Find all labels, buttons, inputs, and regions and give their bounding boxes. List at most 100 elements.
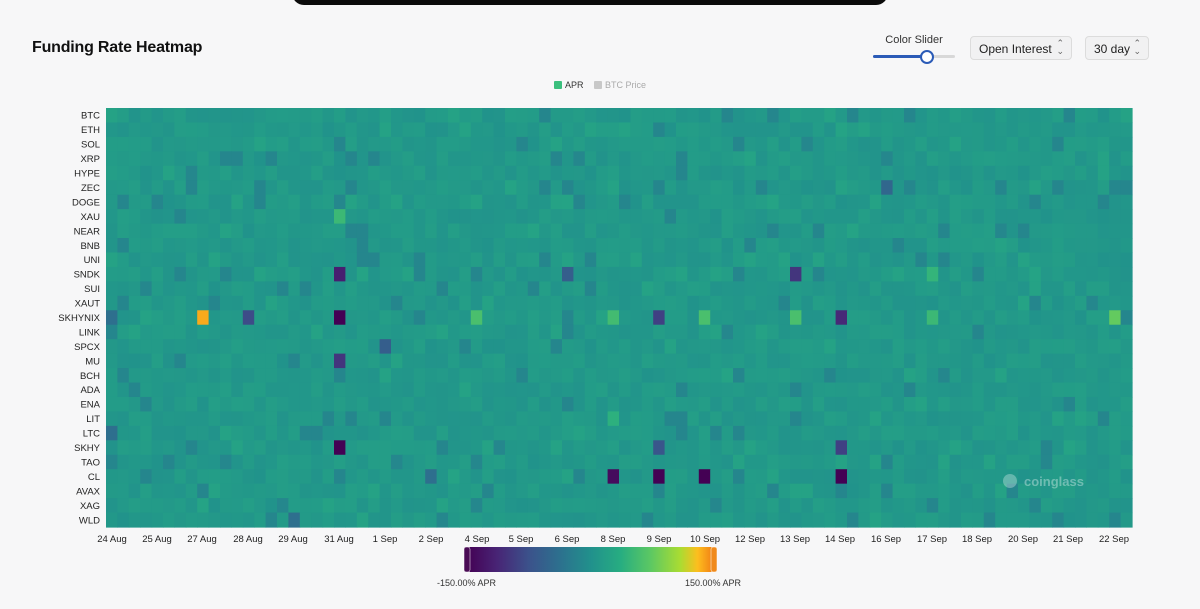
heatmap-cell: [505, 469, 517, 485]
heatmap-cell: [185, 498, 198, 514]
heatmap-cell: [767, 165, 780, 181]
heatmap-cell: [1109, 396, 1122, 413]
heatmap-cell: [778, 310, 791, 326]
heatmap-cell: [174, 238, 187, 254]
heatmap-cell: [972, 194, 985, 210]
heatmap-cell: [1120, 425, 1133, 441]
heatmap-cell: [254, 411, 267, 427]
heatmap-cell: [1063, 396, 1076, 413]
heatmap-cell: [710, 136, 723, 152]
heatmap-cell: [710, 469, 723, 485]
heatmap-cell: [448, 281, 460, 297]
heatmap-cell: [641, 440, 654, 456]
heatmap-cell: [972, 310, 985, 326]
heatmap-cell: [1063, 353, 1076, 369]
heatmap-cell: [242, 469, 255, 485]
heatmap-cell: [972, 165, 985, 181]
x-axis-label: 22 Sep: [1099, 534, 1129, 545]
heatmap-cell: [368, 266, 381, 282]
heatmap-cell: [983, 425, 996, 441]
heatmap-cell: [379, 136, 392, 152]
heatmap-cell: [128, 512, 141, 528]
heatmap-cell: [448, 108, 460, 124]
heatmap-cell: [322, 266, 335, 282]
heatmap-cell: [744, 136, 757, 152]
heatmap-cell: [436, 209, 449, 225]
heatmap-cell: [619, 382, 631, 398]
heatmap-cell: [231, 151, 244, 167]
heatmap-cell: [174, 382, 187, 398]
heatmap-cell: [265, 165, 278, 181]
heatmap-cell: [197, 238, 210, 254]
heatmap-cell: [345, 180, 358, 196]
heatmap-cell: [413, 310, 426, 326]
heatmap-cell: [881, 512, 894, 528]
heatmap-cell: [619, 512, 631, 528]
heatmap-cell: [231, 339, 244, 355]
heatmap-cell: [1063, 440, 1076, 456]
heatmap-cell: [470, 180, 483, 196]
heatmap-cell: [1109, 151, 1122, 167]
heatmap-cell: [972, 396, 985, 413]
heatmap-cell: [322, 310, 335, 326]
heatmap-cell: [995, 295, 1008, 311]
heatmap-cell: [391, 368, 403, 384]
heatmap-cell: [938, 151, 951, 167]
heatmap-cell: [1040, 339, 1053, 355]
heatmap-cell: [470, 454, 483, 470]
heatmap-cell: [1063, 310, 1076, 326]
heatmap-cell: [801, 469, 814, 485]
heatmap-cell: [881, 440, 894, 456]
heatmap-cell: [1075, 266, 1087, 282]
heatmap-cell: [106, 295, 118, 311]
heatmap-cell: [961, 252, 973, 268]
heatmap-cell: [983, 151, 996, 167]
heatmap-cell: [368, 194, 381, 210]
heatmap-cell: [1052, 136, 1065, 152]
heatmap-cell: [926, 281, 939, 297]
heatmap-cell: [938, 136, 951, 152]
heatmap-cell: [493, 483, 506, 499]
heatmap-cell: [288, 209, 301, 225]
heatmap-cell: [676, 382, 688, 398]
heatmap-cell: [801, 512, 814, 528]
heatmap-cell: [824, 223, 837, 239]
heatmap-cell: [596, 425, 609, 441]
heatmap-cell: [140, 295, 153, 311]
heatmap-cell: [1006, 339, 1019, 355]
heatmap-cell: [322, 512, 335, 528]
heatmap-cell: [596, 108, 609, 124]
heatmap-cell: [562, 122, 574, 138]
heatmap-cell: [938, 339, 951, 355]
heatmap-cell: [755, 324, 768, 340]
heatmap-cell: [448, 440, 460, 456]
heatmap-cell: [904, 266, 916, 282]
heatmap-cell: [220, 469, 232, 485]
heatmap-cell: [459, 324, 472, 340]
heatmap-cell: [254, 165, 267, 181]
heatmap-cell: [505, 324, 517, 340]
heatmap-cell: [140, 165, 153, 181]
heatmap-cell: [687, 295, 700, 311]
heatmap-cell: [938, 498, 951, 514]
heatmap-chart: BTCETHSOLXRPHYPEZECDOGEXAUNEARBNBUNISNDK…: [58, 108, 1133, 573]
heatmap-cell: [562, 483, 574, 499]
heatmap-cell: [835, 310, 848, 326]
heatmap-cell: [938, 165, 951, 181]
heatmap-cell: [607, 122, 620, 138]
heatmap-cell: [1029, 223, 1042, 239]
heatmap-cell: [824, 295, 837, 311]
heatmap-cell: [1086, 151, 1099, 167]
heatmap-cell: [812, 151, 825, 167]
heatmap-cell: [858, 396, 871, 413]
heatmap-cell: [539, 223, 552, 239]
heatmap-cell: [436, 165, 449, 181]
heatmap-cell: [379, 353, 392, 369]
heatmap-cell: [550, 454, 563, 470]
heatmap-cell: [128, 425, 141, 441]
heatmap-cell: [926, 266, 939, 282]
heatmap-cell: [299, 396, 312, 413]
heatmap-cell: [584, 223, 597, 239]
heatmap-cell: [140, 310, 153, 326]
heatmap-cell: [687, 368, 700, 384]
